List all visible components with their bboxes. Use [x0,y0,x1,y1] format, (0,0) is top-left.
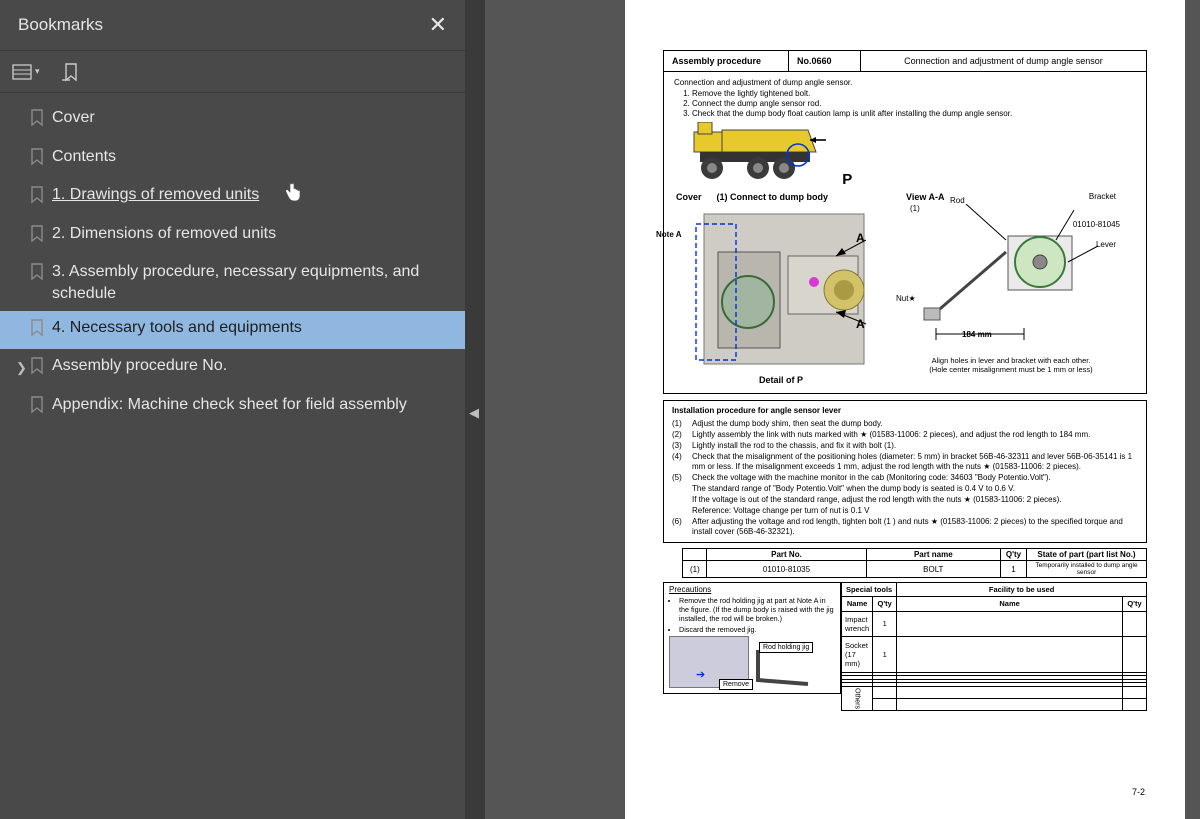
bookmark-icon [30,355,52,382]
bookmark-item[interactable]: 2. Dimensions of removed units [0,217,465,256]
bookmark-item[interactable]: Appendix: Machine check sheet for field … [0,388,465,427]
intro-item: Remove the lightly tightened bolt. [692,89,1136,98]
pdf-page: Assembly procedure No.0660 Connection an… [625,0,1185,819]
bookmark-ribbon-icon[interactable] [62,62,80,82]
page-number: 7-2 [1132,787,1145,797]
install-substep: Reference: Voltage change per turn of nu… [692,506,1138,516]
p-label: P [842,171,852,188]
precaution-item: Discard the removed jig. [679,625,835,634]
install-step: (3)Lightly install the rod to the chassi… [672,441,1138,451]
intro-list: Remove the lightly tightened bolt.Connec… [692,89,1136,118]
bookmark-item[interactable]: 1. Drawings of removed units [0,178,465,217]
install-title: Installation procedure for angle sensor … [672,406,1138,416]
sidebar-gutter: ◀ [465,0,485,819]
bookmarks-header: Bookmarks ✕ [0,0,465,51]
bookmark-label: Cover [52,107,453,129]
connect-label: (1) Connect to dump body [717,192,829,202]
svg-text:A: A [856,317,865,331]
document-pane[interactable]: Assembly procedure No.0660 Connection an… [485,0,1200,819]
note-a-label: Note A [656,230,681,239]
bookmark-label: Appendix: Machine check sheet for field … [52,394,453,416]
collapse-panel-icon[interactable]: ◀ [469,405,479,421]
bookmarks-toolbar: ▾ [0,51,465,93]
bookmarks-title: Bookmarks [18,15,103,35]
bookmark-icon [30,317,52,344]
bookmarks-panel: Bookmarks ✕ ▾ Cover Contents 1. Drawings o… [0,0,465,819]
page-header-table: Assembly procedure No.0660 Connection an… [663,50,1147,72]
hdr-no: No.0660 [789,51,861,71]
chevron-right-icon [16,223,30,227]
bookmark-label: 4. Necessary tools and equipments [52,317,453,339]
install-substep: If the voltage is out of the standard ra… [692,495,1138,505]
bookmark-icon [30,223,52,250]
cover-label: Cover [676,192,702,202]
bookmark-icon [30,184,52,211]
close-icon[interactable]: ✕ [429,12,447,38]
rod-label: Rod [950,196,965,205]
content-box: Connection and adjustment of dump angle … [663,72,1147,394]
lever-label: Lever [1096,240,1116,249]
tools-row: Impact wrench1 [842,611,1147,636]
install-substep: The standard range of "Body Potentio.Vol… [692,484,1138,494]
precautions-title: Precautions [669,585,711,594]
bookmark-item[interactable]: 4. Necessary tools and equipments [0,311,465,350]
truck-figure: P [690,122,1136,188]
align-l1: Align holes in lever and bracket with ea… [932,356,1091,365]
intro-title: Connection and adjustment of dump angle … [674,78,1136,87]
bookmark-label: 1. Drawings of removed units [52,184,453,206]
install-step: (2)Lightly assembly the link with nuts m… [672,430,1138,440]
chevron-right-icon [16,394,30,398]
bookmark-item[interactable]: ❯ Assembly procedure No. [0,349,465,388]
bookmark-label: 2. Dimensions of removed units [52,223,453,245]
install-step: (5)Check the voltage with the machine mo… [672,473,1138,483]
chevron-right-icon[interactable]: ❯ [16,355,30,377]
install-step: (4)Check that the misalignment of the po… [672,452,1138,472]
view-label: View A-A [906,192,945,202]
callout-one: (1) [910,204,920,213]
bracket-label: Bracket [1089,192,1116,201]
partno-callout: 01010-81045 [1073,220,1120,229]
bookmark-icon [30,107,52,134]
precautions-box: Precautions Remove the rod holding jig a… [663,582,841,694]
tools-table: Special tools Facility to be used Name Q… [841,582,1147,711]
tools-row: Socket (17 mm)1 [842,636,1147,672]
tree-options-button[interactable]: ▾ [12,64,40,80]
bookmark-icon [30,146,52,173]
rod-jig-label: Rod holding jig [759,642,813,653]
bookmark-item[interactable]: Contents [0,140,465,179]
install-step: (1)Adjust the dump body shim, then seat … [672,419,1138,429]
bookmark-icon [30,394,52,421]
remove-label: Remove [719,679,753,690]
bookmark-label: 3. Assembly procedure, necessary equipme… [52,261,453,304]
cursor-icon [284,182,302,207]
parts-table: Part No. Part name Q'ty State of part (p… [682,548,1147,578]
bookmarks-list: Cover Contents 1. Drawings of removed unit… [0,93,465,426]
chevron-right-icon [16,317,30,321]
detail-p-label: Detail of P [676,375,886,385]
bookmark-icon [30,261,52,288]
chevron-right-icon [16,184,30,188]
bookmark-item[interactable]: Cover [0,101,465,140]
bookmark-label: Contents [52,146,453,168]
bookmark-item[interactable]: 3. Assembly procedure, necessary equipme… [0,255,465,310]
chevron-right-icon [16,146,30,150]
intro-item: Connect the dump angle sensor rod. [692,99,1136,108]
chevron-right-icon [16,107,30,111]
len-label: 184 mm [962,330,992,339]
hdr-assembly: Assembly procedure [664,51,789,71]
chevron-right-icon [16,261,30,265]
nut-label: Nut★ [896,294,916,303]
hdr-title: Connection and adjustment of dump angle … [861,51,1146,71]
install-box: Installation procedure for angle sensor … [663,400,1147,543]
align-l2: (Hole center misalignment must be 1 mm o… [929,365,1092,374]
intro-item: Check that the dump body float caution l… [692,109,1136,118]
bookmark-label: Assembly procedure No. [52,355,453,377]
precaution-item: Remove the rod holding jig at part at No… [679,596,835,623]
